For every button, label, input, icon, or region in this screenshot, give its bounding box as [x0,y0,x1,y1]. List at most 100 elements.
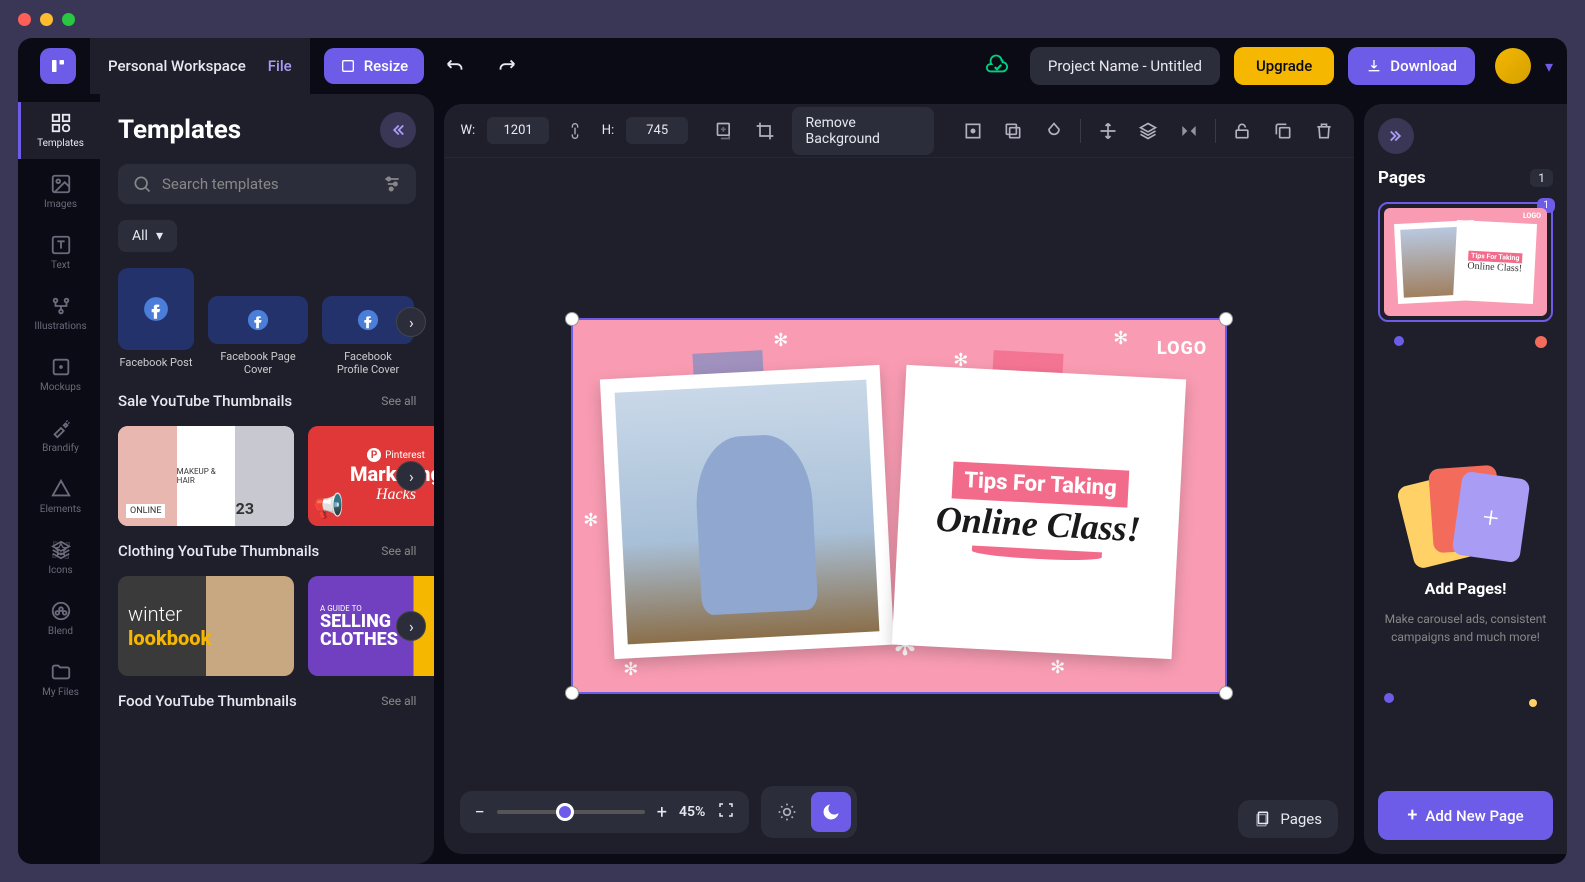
templates-panel: Templates All ▾ Facebook Post [100,94,434,864]
pages-title: Pages [1378,168,1426,188]
nav-mockups[interactable]: Mockups [18,346,100,403]
photo-frame[interactable] [600,365,894,659]
nav-elements[interactable]: Elements [18,468,100,525]
workspace-area: Personal Workspace File [90,38,310,94]
chevron-down-icon: ▾ [156,228,163,244]
workspace-name[interactable]: Personal Workspace [108,57,246,75]
position-icon[interactable] [1093,115,1122,147]
account-dropdown-icon[interactable]: ▾ [1545,57,1553,76]
resize-button[interactable]: Resize [324,48,424,84]
nav-blend[interactable]: Blend [18,590,100,647]
empty-state-title: Add Pages! [1425,579,1507,598]
nav-icons[interactable]: Icons [18,529,100,586]
minimize-dot[interactable] [40,13,53,26]
download-label: Download [1390,57,1457,75]
thumb-scroll-right[interactable]: › [396,611,426,641]
delete-icon[interactable] [1309,115,1338,147]
duplicate-icon[interactable] [999,115,1028,147]
expand-panel-button[interactable] [1378,118,1414,154]
selection-handle[interactable] [565,312,579,326]
close-dot[interactable] [18,13,31,26]
selection-handle[interactable] [1219,686,1233,700]
width-input[interactable] [487,117,549,144]
logo-watermark: LOGO [1157,338,1207,359]
height-input[interactable] [626,117,688,144]
filter-icon[interactable] [382,174,402,194]
nav-images[interactable]: Images [18,163,100,220]
preset-row: Facebook Post Facebook Page Cover Facebo… [118,268,416,376]
see-all-link[interactable]: See all [381,544,416,558]
search-icon [132,174,152,194]
preset-fb-cover[interactable]: Facebook Page Cover [208,268,308,376]
empty-state-deco: + Add Pages! Make carousel ads, consiste… [1378,336,1553,777]
preset-more[interactable]: Fa [428,268,434,376]
pages-toggle-button[interactable]: Pages [1238,800,1338,838]
preset-fb-post[interactable]: Facebook Post [118,268,194,376]
zoom-in-button[interactable]: + [657,802,667,823]
canvas-toolbar: W: H: Remove Background [444,104,1354,158]
avatar[interactable] [1495,48,1531,84]
thumb-scroll-right[interactable]: › [396,461,426,491]
template-thumb[interactable]: winter lookbook [118,576,294,676]
maximize-dot[interactable] [62,13,75,26]
crop-icon[interactable] [751,115,780,147]
search-row [118,164,416,204]
panel-title: Templates [118,115,241,145]
nav-templates[interactable]: Templates [18,102,100,159]
zoom-percent: 45% [679,804,705,820]
layers-icon[interactable] [1134,115,1163,147]
section-title: Clothing YouTube Thumbnails [118,542,319,560]
selection-handle[interactable] [565,686,579,700]
width-label: W: [460,123,475,138]
zoom-out-button[interactable]: − [474,802,484,823]
dark-mode-button[interactable] [811,792,851,832]
selection-handle[interactable] [1219,312,1233,326]
copy-icon[interactable] [1269,115,1298,147]
topbar: Personal Workspace File Resize Project N… [18,38,1567,94]
canvas-stage[interactable]: ✻ ✻ ✻ ✻ ✻ ✻ ✻ LOGO Tips For Taking Onl [444,158,1354,854]
section-title: Food YouTube Thumbnails [118,692,297,710]
undo-button[interactable] [438,48,474,84]
add-page-icon[interactable] [710,115,739,147]
lock-ratio-icon[interactable] [561,115,590,147]
flip-icon[interactable] [1175,115,1204,147]
upgrade-button[interactable]: Upgrade [1234,47,1334,85]
nav-brandify[interactable]: Brandify [18,407,100,464]
file-menu[interactable]: File [268,57,292,75]
main-area: Templates Images Text Illustrations Mock… [18,94,1567,864]
align-icon[interactable] [958,115,987,147]
collapse-panel-button[interactable] [380,112,416,148]
nav-myfiles[interactable]: My Files [18,651,100,708]
see-all-link[interactable]: See all [381,394,416,408]
opacity-icon[interactable] [1040,115,1069,147]
text-frame[interactable]: Tips For Taking Online Class! [892,365,1186,659]
height-label: H: [602,123,614,138]
light-mode-button[interactable] [767,792,807,832]
nav-illustrations[interactable]: Illustrations [18,285,100,342]
cloud-sync-icon[interactable] [980,48,1016,84]
redo-button[interactable] [488,48,524,84]
artboard[interactable]: ✻ ✻ ✻ ✻ ✻ ✻ ✻ LOGO Tips For Taking Onl [571,318,1227,694]
project-name-field[interactable]: Project Name - Untitled [1030,47,1220,85]
download-button[interactable]: Download [1348,47,1475,85]
preset-scroll-right[interactable]: › [396,307,426,337]
zoom-bar: − + 45% [460,786,857,838]
left-nav: Templates Images Text Illustrations Mock… [18,94,100,864]
app-logo[interactable] [40,48,76,84]
pages-panel: Pages 1 1 Tips For TakingOnline Class! L… [1364,104,1567,854]
see-all-link[interactable]: See all [381,694,416,708]
resize-label: Resize [364,57,408,75]
zoom-slider[interactable] [497,810,645,814]
empty-state-subtitle: Make carousel ads, consistent campaigns … [1378,610,1553,646]
search-input[interactable] [162,175,372,193]
filter-chip-all[interactable]: All ▾ [118,220,177,252]
titlebar [0,0,1585,38]
nav-text[interactable]: Text [18,224,100,281]
template-thumb[interactable]: MAKEUP & HAIR ONLINE 23 [118,426,294,526]
lock-icon[interactable] [1228,115,1257,147]
remove-bg-button[interactable]: Remove Background [792,107,935,155]
page-thumbnail[interactable]: 1 Tips For TakingOnline Class! LOGO [1378,202,1553,322]
fit-screen-icon[interactable] [717,801,735,823]
app-window: Personal Workspace File Resize Project N… [18,38,1567,864]
add-new-page-button[interactable]: + Add New Page [1378,791,1553,840]
